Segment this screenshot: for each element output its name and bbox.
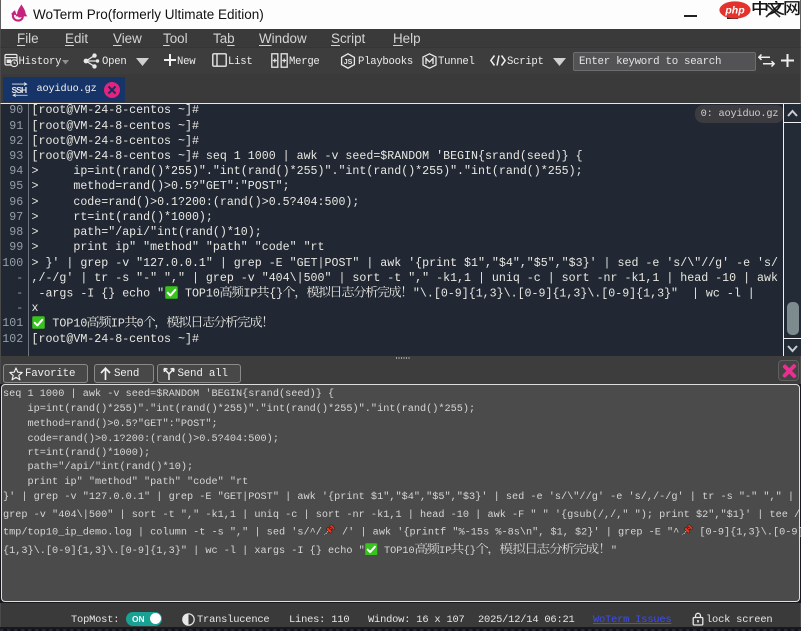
svg-text:SSH: SSH [11,85,27,95]
svg-text:php: php [724,5,745,17]
svg-text:JS: JS [344,59,353,66]
